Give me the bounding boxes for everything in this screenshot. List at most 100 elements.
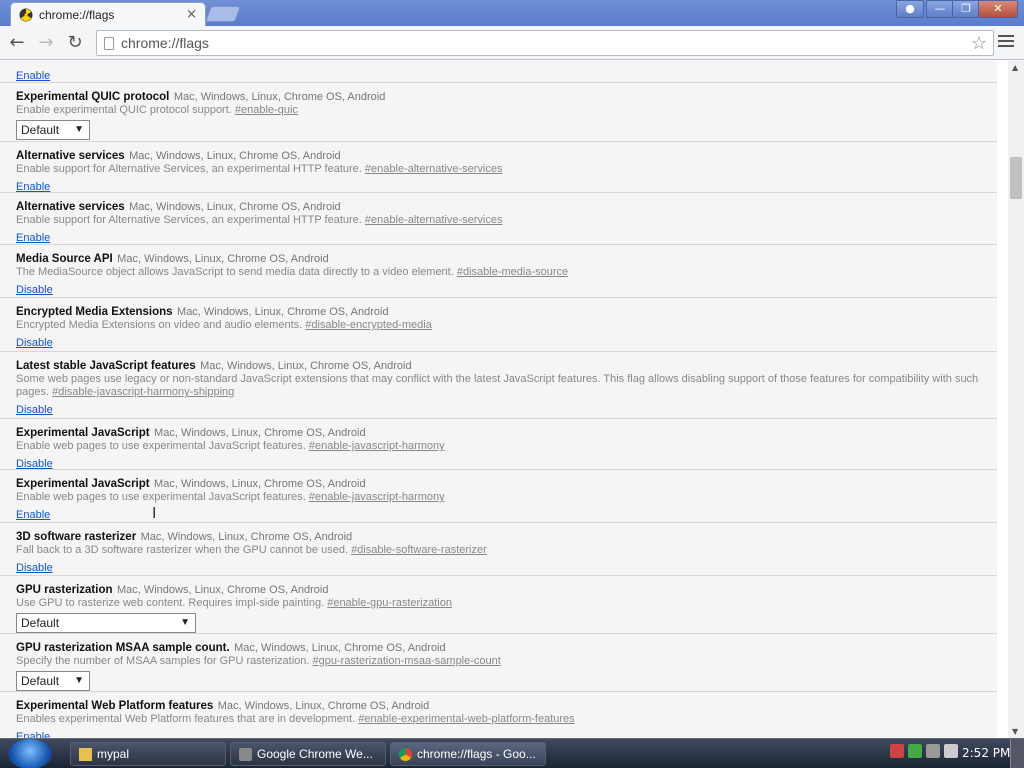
flag-name: Alternative services [16, 201, 125, 213]
flag-row: GPU rasterization MSAA sample count. Mac… [0, 634, 997, 692]
browser-toolbar: ← → ↻ chrome://flags ☆ [0, 26, 1024, 60]
flag-anchor-link[interactable]: #enable-quic [235, 104, 298, 116]
flag-anchor-link[interactable]: #enable-javascript-harmony [309, 491, 445, 503]
flag-anchor-link[interactable]: #gpu-rasterization-msaa-sample-count [313, 655, 501, 667]
flag-dropdown[interactable]: Default ▼ [16, 613, 196, 633]
flag-name: Latest stable JavaScript features [16, 360, 196, 372]
flag-description: Use GPU to rasterize web content. Requir… [16, 597, 328, 609]
disable-link[interactable]: Disable [16, 458, 53, 470]
flag-description: Enable support for Alternative Services,… [16, 214, 365, 226]
taskbar: mypal Google Chrome We... chrome://flags… [0, 738, 1024, 768]
flag-description: Specify the number of MSAA samples for G… [16, 655, 313, 667]
flag-anchor-link[interactable]: #enable-experimental-web-platform-featur… [358, 713, 574, 725]
flag-name: Experimental QUIC protocol [16, 91, 170, 103]
enable-link[interactable]: Enable [16, 509, 50, 521]
flag-anchor-link[interactable]: #disable-javascript-harmony-shipping [52, 386, 234, 398]
tab-flags[interactable]: chrome://flags × [10, 2, 206, 26]
close-window-button[interactable]: ✕ [978, 0, 1018, 18]
taskbar-clock[interactable]: 2:52 PM [962, 746, 1010, 760]
page-scrollbar[interactable]: ▲ ▼ [1008, 61, 1024, 738]
scroll-up-arrow-icon[interactable]: ▲ [1012, 63, 1018, 72]
disable-link[interactable]: Disable [16, 404, 53, 416]
restore-button[interactable]: ❐ [952, 0, 980, 18]
flag-anchor-link[interactable]: #enable-javascript-harmony [309, 440, 445, 452]
enable-link[interactable]: Enable [16, 181, 50, 193]
tab-strip: chrome://flags × ● — ❐ ✕ [0, 0, 1024, 26]
taskbar-item-mypal[interactable]: mypal [70, 742, 226, 766]
address-bar-url: chrome://flags [121, 35, 209, 51]
tab-title: chrome://flags [39, 7, 115, 22]
start-button[interactable] [8, 739, 52, 768]
taskbar-item-chrome-web[interactable]: Google Chrome We... [230, 742, 386, 766]
flag-row: GPU rasterization Mac, Windows, Linux, C… [0, 576, 997, 634]
dropdown-value: Default [21, 123, 60, 137]
back-button[interactable]: ← [6, 32, 28, 54]
system-tray [890, 744, 958, 758]
scrollbar-thumb[interactable] [1010, 157, 1022, 199]
flag-row: Enable [0, 61, 997, 83]
user-profile-button[interactable]: ● [896, 0, 924, 18]
flags-favicon-icon [19, 8, 33, 21]
flags-page: Enable Experimental QUIC protocol Mac, Wi… [0, 61, 1008, 738]
enable-link[interactable]: Enable [16, 731, 50, 738]
tray-volume-icon[interactable] [944, 744, 958, 758]
chrome-icon [399, 748, 412, 761]
flag-row: Experimental QUIC protocol Mac, Windows,… [0, 83, 997, 142]
bookmark-star-icon[interactable]: ☆ [971, 31, 987, 55]
forward-button[interactable]: → [35, 32, 57, 54]
flag-anchor-link[interactable]: #enable-alternative-services [365, 214, 503, 226]
flag-row: Experimental JavaScript Mac, Windows, Li… [0, 470, 997, 523]
new-tab-button[interactable] [205, 6, 241, 22]
flag-row: Encrypted Media Extensions Mac, Windows,… [0, 298, 997, 352]
flag-name: Encrypted Media Extensions [16, 306, 173, 318]
flag-name: 3D software rasterizer [16, 531, 137, 543]
flag-platforms: Mac, Windows, Linux, Chrome OS, Android [140, 531, 353, 543]
flag-name: Experimental Web Platform features [16, 700, 214, 712]
disable-link[interactable]: Disable [16, 284, 53, 296]
flag-description: Enable web pages to use experimental Jav… [16, 491, 309, 503]
tray-network-icon[interactable] [908, 744, 922, 758]
scroll-down-arrow-icon[interactable]: ▼ [1012, 727, 1018, 736]
flag-platforms: Mac, Windows, Linux, Chrome OS, Android [217, 700, 430, 712]
enable-link[interactable]: Enable [16, 232, 50, 244]
flag-anchor-link[interactable]: #disable-media-source [457, 266, 568, 278]
flag-platforms: Mac, Windows, Linux, Chrome OS, Android [154, 427, 366, 439]
flag-anchor-link[interactable]: #enable-alternative-services [365, 163, 503, 175]
flag-platforms: Mac, Windows, Linux, Chrome OS, Android [117, 253, 329, 265]
taskbar-item-label: mypal [97, 747, 130, 761]
minimize-button[interactable]: — [926, 0, 954, 18]
show-desktop-button[interactable] [1010, 739, 1024, 768]
reload-button[interactable]: ↻ [64, 32, 86, 54]
flag-anchor-link[interactable]: #enable-gpu-rasterization [327, 597, 452, 609]
flag-description: Fall back to a 3D software rasterizer wh… [16, 544, 352, 556]
dropdown-value: Default [21, 674, 60, 688]
flag-description: Enable web pages to use experimental Jav… [16, 440, 309, 452]
flag-row: Alternative services Mac, Windows, Linux… [0, 142, 997, 193]
enable-link[interactable]: Enable [16, 70, 50, 82]
tray-app-icon[interactable] [890, 744, 904, 758]
flag-name: Experimental JavaScript [16, 427, 150, 439]
dropdown-arrow-icon: ▼ [74, 124, 84, 135]
flag-row: Experimental JavaScript Mac, Windows, Li… [0, 419, 997, 470]
flag-anchor-link[interactable]: #disable-software-rasterizer [351, 544, 487, 556]
flag-row: Experimental Web Platform features Mac, … [0, 692, 997, 738]
flag-anchor-link[interactable]: #disable-encrypted-media [305, 319, 432, 331]
disable-link[interactable]: Disable [16, 562, 53, 574]
taskbar-item-chrome-flags[interactable]: chrome://flags - Goo... [390, 742, 546, 766]
tray-monitor-icon[interactable] [926, 744, 940, 758]
flag-row: Alternative services Mac, Windows, Linux… [0, 193, 997, 245]
flag-dropdown[interactable]: Default ▼ [16, 120, 90, 140]
chrome-menu-icon[interactable] [998, 35, 1014, 49]
flag-description: Enable support for Alternative Services,… [16, 163, 365, 175]
folder-icon [79, 748, 92, 761]
flag-description: The MediaSource object allows JavaScript… [16, 266, 457, 278]
flag-row: Media Source API Mac, Windows, Linux, Ch… [0, 245, 997, 298]
flag-description: Enables experimental Web Platform featur… [16, 713, 359, 725]
flag-platforms: Mac, Windows, Linux, Chrome OS, Android [116, 584, 329, 596]
text-cursor-icon: I [152, 504, 157, 522]
flag-name: Media Source API [16, 253, 113, 265]
disable-link[interactable]: Disable [16, 337, 53, 349]
address-bar[interactable]: chrome://flags ☆ [96, 30, 994, 56]
flag-dropdown[interactable]: Default ▼ [16, 671, 90, 691]
tab-close-icon[interactable]: × [186, 7, 197, 22]
